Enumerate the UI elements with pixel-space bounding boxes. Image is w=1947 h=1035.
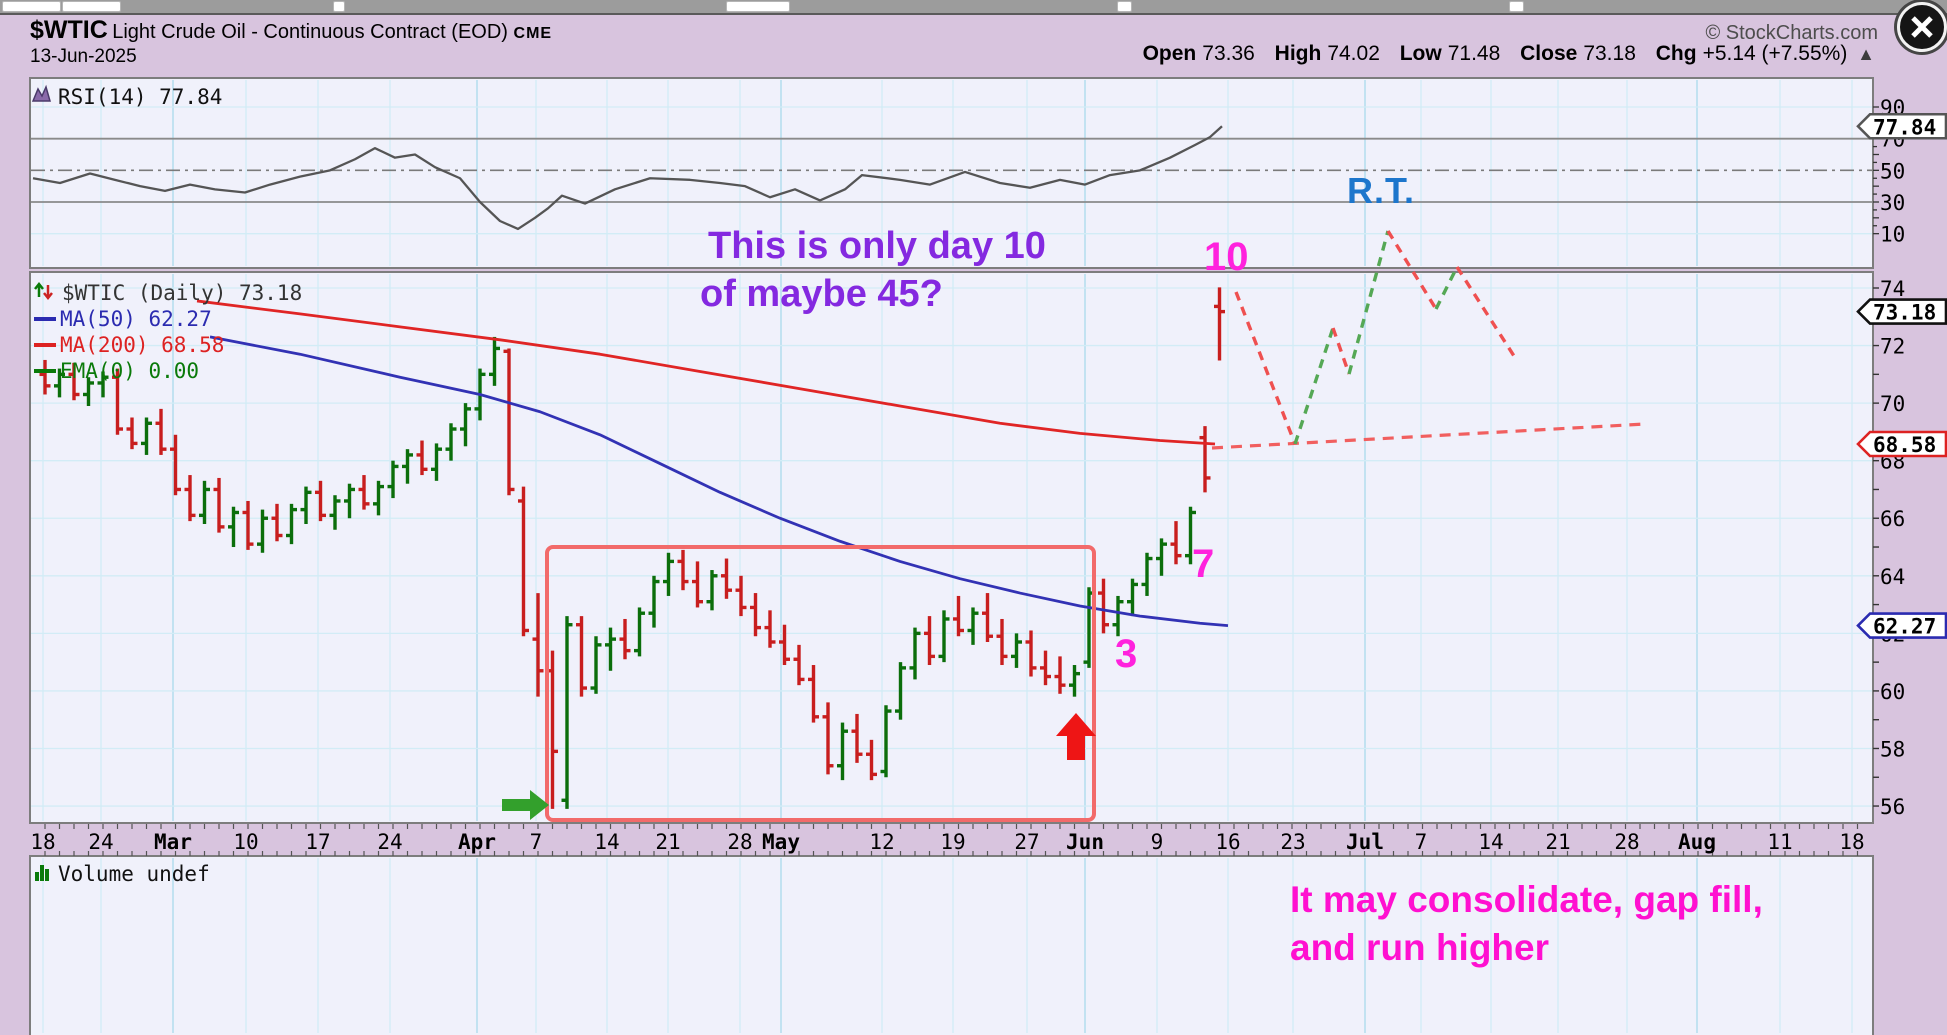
- x-axis-label: 7: [530, 830, 543, 854]
- price-axis-label: 64: [1880, 565, 1905, 589]
- x-axis-label: 18: [30, 830, 55, 854]
- rsi-axis-label: 30: [1880, 191, 1905, 215]
- legend-ma50: MA(50) 62.27: [60, 307, 212, 331]
- rsi-axis-label: 50: [1880, 159, 1905, 183]
- volume-label: Volume undef: [58, 862, 210, 886]
- annotation-rt: R.T.: [1347, 170, 1415, 211]
- x-axis-label: 14: [1478, 830, 1503, 854]
- legend-ma200: MA(200) 68.58: [60, 333, 224, 357]
- rsi-label: RSI(14) 77.84: [58, 85, 222, 109]
- x-axis-label: 28: [1614, 830, 1639, 854]
- x-axis-label: 14: [594, 830, 619, 854]
- price-axis-label: 58: [1880, 737, 1905, 761]
- price-axis-label: 60: [1880, 680, 1905, 704]
- x-axis-label: 16: [1215, 830, 1240, 854]
- x-axis-label: 7: [1415, 830, 1428, 854]
- x-axis-label: 12: [869, 830, 894, 854]
- rsi-axis-label: 10: [1880, 223, 1905, 247]
- x-axis-label: 27: [1014, 830, 1039, 854]
- x-axis-label: Aug: [1678, 830, 1716, 854]
- annotation-count-7: 7: [1192, 542, 1214, 586]
- price-axis-label: 56: [1880, 795, 1905, 819]
- annotation-count-3: 3: [1115, 632, 1137, 676]
- axis-tag-value: 62.27: [1873, 615, 1936, 639]
- x-axis-label: Jun: [1066, 830, 1104, 854]
- axis-tag-value: 77.84: [1873, 115, 1936, 139]
- axis-tag-value: 68.58: [1873, 433, 1936, 457]
- annotation-count-10: 10: [1204, 235, 1249, 279]
- x-axis-label: 21: [655, 830, 680, 854]
- x-axis-label: 24: [88, 830, 113, 854]
- annotation-outlook-line2: and run higher: [1290, 927, 1549, 968]
- x-axis-label: 10: [233, 830, 258, 854]
- x-axis-label: 28: [727, 830, 752, 854]
- x-axis-label: 9: [1151, 830, 1164, 854]
- annotation-day-count-line2: of maybe 45?: [700, 273, 943, 315]
- price-axis-label: 66: [1880, 507, 1905, 531]
- x-axis-label: 24: [377, 830, 402, 854]
- annotation-outlook-line1: It may consolidate, gap fill,: [1290, 879, 1763, 920]
- chart-svg: 18 24 Mar 10 17 24 Apr 7 14 21 28 May 12 19 27 Jun 9 16 23…: [29, 77, 1947, 1035]
- x-axis-label: 17: [305, 830, 330, 854]
- x-axis-label: May: [762, 830, 800, 854]
- x-axis-label: Jul: [1346, 830, 1384, 854]
- price-axis-label: 74: [1880, 277, 1905, 301]
- price-axis-label: 70: [1880, 392, 1905, 416]
- x-axis-label: 23: [1280, 830, 1305, 854]
- page: { "header": { "symbol": "$WTIC", "name":…: [0, 0, 1947, 1035]
- x-axis-label: Apr: [458, 830, 496, 854]
- price-axis-label: 72: [1880, 335, 1905, 359]
- annotation-day-count-line1: This is only day 10: [708, 225, 1046, 267]
- legend-symbol: $WTIC (Daily) 73.18: [62, 281, 302, 305]
- axis-tag-value: 73.18: [1873, 301, 1936, 325]
- x-axis-label: 18: [1839, 830, 1864, 854]
- x-axis-label: 21: [1545, 830, 1570, 854]
- x-axis-label: 19: [940, 830, 965, 854]
- x-axis-label: 11: [1767, 830, 1792, 854]
- legend-ema: EMA(0) 0.00: [60, 359, 199, 383]
- x-axis-label: Mar: [154, 830, 192, 854]
